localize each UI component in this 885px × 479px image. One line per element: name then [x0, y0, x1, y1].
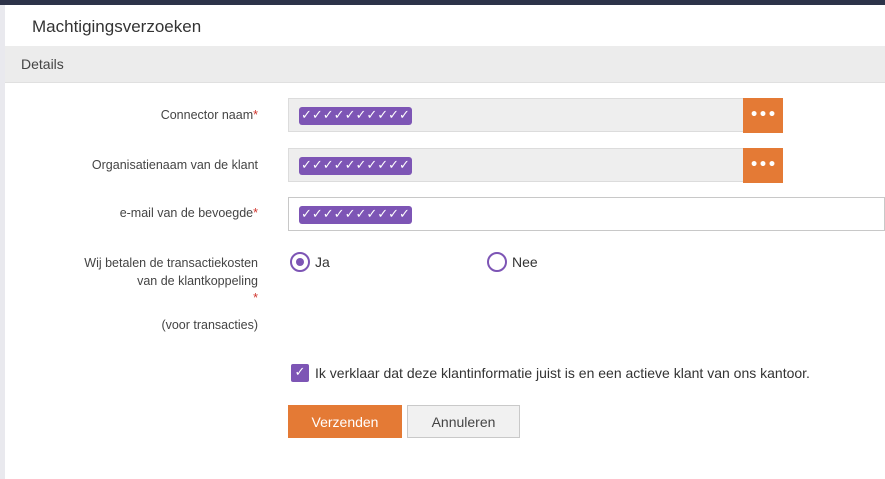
radio-nee-icon[interactable] — [487, 252, 507, 272]
radio-option-nee[interactable]: Nee — [487, 252, 557, 274]
connector-name-field[interactable]: ✓✓✓✓✓✓✓✓✓✓ — [288, 98, 744, 132]
connector-name-label: Connector naam* — [160, 108, 258, 122]
submit-button[interactable]: Verzenden — [288, 405, 402, 438]
declaration-label[interactable]: Ik verklaar dat deze klantinformatie jui… — [315, 365, 810, 381]
required-marker: * — [253, 206, 258, 220]
transaction-costs-label-line2: van de klantkoppeling — [137, 274, 258, 288]
radio-ja-icon[interactable] — [290, 252, 310, 272]
authorized-email-value: ✓✓✓✓✓✓✓✓✓✓ — [299, 206, 412, 224]
form-panel: Machtigingsverzoeken Details Connector n… — [5, 5, 885, 479]
transaction-costs-label-line1: Wij betalen de transactiekosten — [84, 256, 258, 270]
section-title: Details — [21, 56, 64, 72]
connector-name-value: ✓✓✓✓✓✓✓✓✓✓ — [299, 107, 412, 125]
client-org-name-label: Organisatienaam van de klant — [91, 158, 258, 172]
client-org-name-lookup-button[interactable]: ••• — [743, 148, 783, 183]
client-org-name-field[interactable]: ✓✓✓✓✓✓✓✓✓✓ — [288, 148, 744, 182]
required-marker: * — [253, 108, 258, 122]
radio-nee-label: Nee — [512, 254, 538, 270]
client-org-name-value: ✓✓✓✓✓✓✓✓✓✓ — [299, 157, 412, 175]
section-header: Details — [5, 46, 885, 83]
authorized-email-input[interactable]: ✓✓✓✓✓✓✓✓✓✓ — [288, 197, 885, 231]
cancel-button[interactable]: Annuleren — [407, 405, 520, 438]
radio-option-ja[interactable]: Ja — [290, 252, 350, 274]
required-marker: * — [253, 291, 258, 305]
radio-ja-label: Ja — [315, 254, 330, 270]
page-title: Machtigingsverzoeken — [32, 17, 202, 36]
transaction-costs-note: (voor transacties) — [161, 318, 258, 332]
declaration-checkbox[interactable]: ✓ — [291, 364, 309, 382]
connector-name-lookup-button[interactable]: ••• — [743, 98, 783, 133]
authorized-email-label: e-mail van de bevoegde* — [119, 206, 258, 220]
